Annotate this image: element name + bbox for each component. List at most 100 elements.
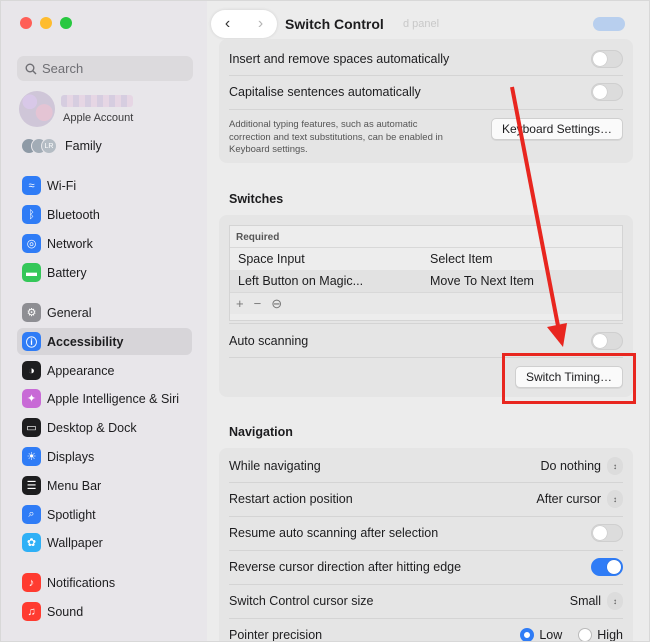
sidebar-item-sound[interactable]: ♫ Sound — [17, 598, 192, 625]
radio-icon — [578, 628, 593, 641]
sidebar-item-bluetooth[interactable]: ᛒ Bluetooth — [17, 201, 192, 228]
radio-selected-icon — [520, 628, 535, 641]
cursor-size-label: Switch Control cursor size — [229, 594, 374, 608]
family-avatar: LR — [41, 138, 57, 154]
sidebar-item-appearance[interactable]: ◑ Appearance — [17, 357, 192, 384]
sidebar-item-label: Appearance — [47, 363, 115, 378]
minimize-button[interactable] — [40, 17, 52, 29]
sidebar-item-label: Accessibility — [47, 334, 124, 349]
sidebar-item-battery[interactable]: ▬ Battery — [17, 259, 192, 286]
menubar-icon: ☰ — [22, 476, 41, 495]
back-button[interactable]: ‹ — [225, 15, 230, 33]
content-pane: ‹ › Switch Control d panel Insert and re… — [207, 1, 649, 642]
gear-icon: ⚙ — [22, 303, 41, 322]
sidebar-item-label: Desktop & Dock — [47, 420, 137, 435]
precision-high-radio[interactable]: High — [578, 628, 623, 641]
search-input[interactable]: Search — [17, 56, 193, 81]
account-name-redacted — [61, 95, 133, 107]
add-button[interactable]: + — [236, 296, 244, 311]
search-icon — [25, 63, 37, 74]
capitalise-toggle[interactable] — [591, 83, 623, 101]
insert-spaces-row: Insert and remove spaces automatically — [219, 44, 633, 74]
sidebar-item-notifications[interactable]: ♪ Notifications — [17, 569, 192, 596]
history-buttons: ‹ › — [211, 10, 277, 38]
flower-icon: ✿ — [22, 533, 41, 552]
table-row[interactable]: Space Input Select Item — [230, 248, 622, 270]
sidebar-item-label: Displays — [47, 449, 95, 464]
resume-scanning-label: Resume auto scanning after selection — [229, 526, 439, 540]
typing-card: Insert and remove spaces automatically C… — [219, 39, 633, 163]
switch-name: Left Button on Magic... — [238, 274, 364, 288]
dock-icon: ▭ — [22, 418, 41, 437]
restart-action-select[interactable]: After cursor ↕ — [536, 490, 623, 508]
sidebar-item-desktop-dock[interactable]: ▭ Desktop & Dock — [17, 414, 192, 441]
sidebar-item-wallpaper[interactable]: ✿ Wallpaper — [17, 529, 192, 556]
sidebar-item-label: Apple Intelligence & Siri — [47, 391, 180, 406]
apple-account[interactable]: Apple Account — [19, 91, 194, 127]
globe-icon: ◎ — [22, 234, 41, 253]
account-label: Apple Account — [63, 112, 134, 124]
resume-scanning-toggle[interactable] — [591, 524, 623, 542]
auto-scanning-toggle[interactable] — [591, 332, 623, 350]
sidebar-item-label: Battery — [47, 265, 87, 280]
cursor-size-value: Small — [569, 594, 601, 608]
accessibility-icon: ⓘ — [22, 332, 41, 351]
precision-low-radio[interactable]: Low — [520, 628, 563, 642]
sidebar-item-label: Network — [47, 236, 93, 251]
bell-icon: ♪ — [22, 573, 41, 592]
switch-action: Move To Next Item — [430, 274, 534, 288]
reverse-cursor-toggle[interactable] — [591, 558, 623, 576]
insert-spaces-label: Insert and remove spaces automatically — [229, 52, 450, 66]
battery-icon: ▬ — [22, 263, 41, 282]
remove-button[interactable]: − — [254, 296, 262, 311]
sidebar-item-general[interactable]: ⚙ General — [17, 299, 192, 326]
sidebar-item-label: Wi-Fi — [47, 178, 77, 193]
capitalise-label: Capitalise sentences automatically — [229, 85, 421, 99]
sidebar-item-displays[interactable]: ☀ Displays — [17, 443, 192, 470]
chevron-updown-icon: ↕ — [607, 457, 623, 475]
auto-scanning-label: Auto scanning — [229, 334, 309, 348]
close-button[interactable] — [20, 17, 32, 29]
sidebar-item-accessibility[interactable]: ⓘ Accessibility — [17, 328, 192, 355]
switches-table: Required Space Input Select Item Left Bu… — [229, 225, 623, 321]
sidebar-item-apple-intelligence-siri[interactable]: ✦ Apple Intelligence & Siri — [17, 385, 192, 412]
partial-toggle[interactable] — [593, 17, 625, 31]
keyboard-note: Additional typing features, such as auto… — [229, 119, 443, 155]
page-title: Switch Control — [285, 16, 384, 32]
siri-icon: ✦ — [22, 389, 41, 408]
precision-low-label: Low — [539, 628, 563, 642]
restart-action-value: After cursor — [536, 492, 601, 506]
sidebar-item-label: Bluetooth — [47, 207, 100, 222]
sidebar-item-label: General — [47, 305, 92, 320]
auto-scanning-row: Auto scanning — [219, 326, 633, 356]
zoom-button[interactable] — [60, 17, 72, 29]
forward-button[interactable]: › — [258, 15, 263, 33]
options-button[interactable]: ⊖ — [271, 296, 282, 312]
while-navigating-value: Do nothing — [540, 459, 601, 473]
table-row[interactable]: Left Button on Magic... Move To Next Ite… — [230, 270, 622, 292]
sidebar-item-network[interactable]: ◎ Network — [17, 230, 192, 257]
sidebar-item-label: Notifications — [47, 575, 116, 590]
sidebar-item-label: Sound — [47, 604, 84, 619]
sidebar-item-spotlight[interactable]: ⌕ Spotlight — [17, 501, 192, 528]
sidebar-item-label: Menu Bar — [47, 478, 102, 493]
family-item[interactable]: LR Family — [21, 137, 102, 155]
navigation-heading: Navigation — [229, 425, 293, 439]
switch-name: Space Input — [238, 252, 305, 266]
sidebar-item-menu-bar[interactable]: ☰ Menu Bar — [17, 472, 192, 499]
reverse-cursor-label: Reverse cursor direction after hitting e… — [229, 560, 462, 574]
insert-spaces-toggle[interactable] — [591, 50, 623, 68]
scrolled-text: d panel — [403, 18, 440, 30]
reverse-cursor-row: Reverse cursor direction after hitting e… — [219, 551, 633, 583]
while-navigating-select[interactable]: Do nothing ↕ — [541, 457, 623, 475]
avatar — [19, 91, 55, 127]
sidebar-item-wi-fi[interactable]: ≈ Wi-Fi — [17, 172, 192, 199]
switches-heading: Switches — [229, 192, 284, 206]
resume-scanning-row: Resume auto scanning after selection — [219, 517, 633, 549]
search-placeholder: Search — [42, 61, 84, 76]
cursor-size-select[interactable]: Small ↕ — [570, 592, 623, 610]
family-label: Family — [65, 139, 102, 153]
chevron-updown-icon: ↕ — [607, 490, 623, 508]
keyboard-settings-button[interactable]: Keyboard Settings… — [490, 118, 623, 140]
pointer-precision-row: Pointer precision Low High — [219, 619, 633, 642]
